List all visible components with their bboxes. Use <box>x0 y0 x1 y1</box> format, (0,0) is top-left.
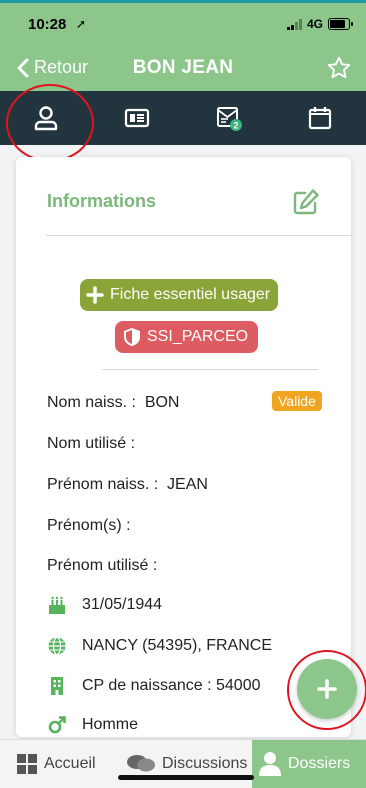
signal-icon <box>287 19 302 30</box>
bottom-navigation: Accueil Discussions Dossiers <box>0 739 366 788</box>
birth-name-label: Nom naiss. : <box>47 394 136 411</box>
nav-discussions-label: Discussions <box>162 755 247 773</box>
plus-icon <box>316 678 338 700</box>
nav-dossiers-label: Dossiers <box>288 755 350 773</box>
home-indicator <box>118 775 254 780</box>
ssi-parceo-button[interactable]: SSI_PARCEO <box>115 321 258 353</box>
network-label: 4G <box>307 17 323 31</box>
tab-documents[interactable] <box>92 91 184 145</box>
mail-badge-icon: 2 <box>215 104 243 132</box>
status-bar: 10:28 ➚ 4G <box>0 3 366 45</box>
sex-row: Homme <box>47 715 138 735</box>
edit-icon[interactable] <box>291 187 321 217</box>
used-firstname-label: Prénom utilisé : <box>47 557 157 575</box>
birthday-cake-icon <box>47 595 67 615</box>
divider <box>46 235 351 236</box>
fiche-essentiel-label: Fiche essentiel usager <box>110 286 270 304</box>
birth-firstname-label: Prénom naiss. : <box>47 476 158 493</box>
plus-icon <box>86 286 104 304</box>
navigation-bar: Retour BON JEAN <box>0 45 366 91</box>
nav-dossiers[interactable]: Dossiers <box>252 740 366 788</box>
informations-card: Informations Fiche essentiel usager SSI_… <box>16 157 351 737</box>
birth-date-value: 31/05/1944 <box>82 596 162 614</box>
used-name-label: Nom utilisé : <box>47 435 135 453</box>
male-icon <box>47 715 67 735</box>
globe-icon <box>47 636 67 656</box>
tab-calendar[interactable] <box>275 91 366 145</box>
status-badge: Valide <box>272 391 322 411</box>
birth-postcode-row: CP de naissance : 54000 <box>47 676 261 696</box>
firstnames-label: Prénom(s) : <box>47 517 131 535</box>
sex-value: Homme <box>82 716 138 734</box>
nav-accueil-label: Accueil <box>44 755 96 773</box>
section-tab-bar: 2 <box>0 91 366 145</box>
status-time: 10:28 <box>28 16 66 33</box>
birth-name-value: BON <box>145 394 180 411</box>
user-icon <box>32 104 60 132</box>
location-arrow-icon: ➚ <box>76 17 86 31</box>
star-icon[interactable] <box>326 55 352 81</box>
message-count: 2 <box>233 121 238 131</box>
grid-icon <box>16 753 38 775</box>
nav-discussions[interactable]: Discussions <box>122 740 252 788</box>
chat-bubbles-icon <box>126 753 156 775</box>
tab-identity[interactable] <box>0 91 92 145</box>
nav-accueil[interactable]: Accueil <box>0 740 122 788</box>
tab-messages[interactable]: 2 <box>183 91 275 145</box>
birth-name-row: Nom naiss. : BON <box>47 394 179 412</box>
divider <box>102 369 318 370</box>
battery-icon <box>328 18 350 30</box>
calendar-icon <box>306 104 334 132</box>
section-title: Informations <box>47 191 156 212</box>
birth-date-row: 31/05/1944 <box>47 595 162 615</box>
birth-postcode-value: CP de naissance : 54000 <box>82 677 261 695</box>
ssi-parceo-label: SSI_PARCEO <box>147 328 248 346</box>
fiche-essentiel-button[interactable]: Fiche essentiel usager <box>80 279 278 311</box>
page-title: BON JEAN <box>0 57 366 79</box>
birth-firstname-value: JEAN <box>167 476 208 493</box>
birth-place-value: NANCY (54395), FRANCE <box>82 637 272 655</box>
shield-icon <box>123 327 141 347</box>
birth-place-row: NANCY (54395), FRANCE <box>47 636 272 656</box>
add-fab-button[interactable] <box>297 659 357 719</box>
birth-firstname-row: Prénom naiss. : JEAN <box>47 476 208 494</box>
building-icon <box>47 676 67 696</box>
user-filled-icon <box>258 751 282 777</box>
id-card-icon <box>123 104 151 132</box>
